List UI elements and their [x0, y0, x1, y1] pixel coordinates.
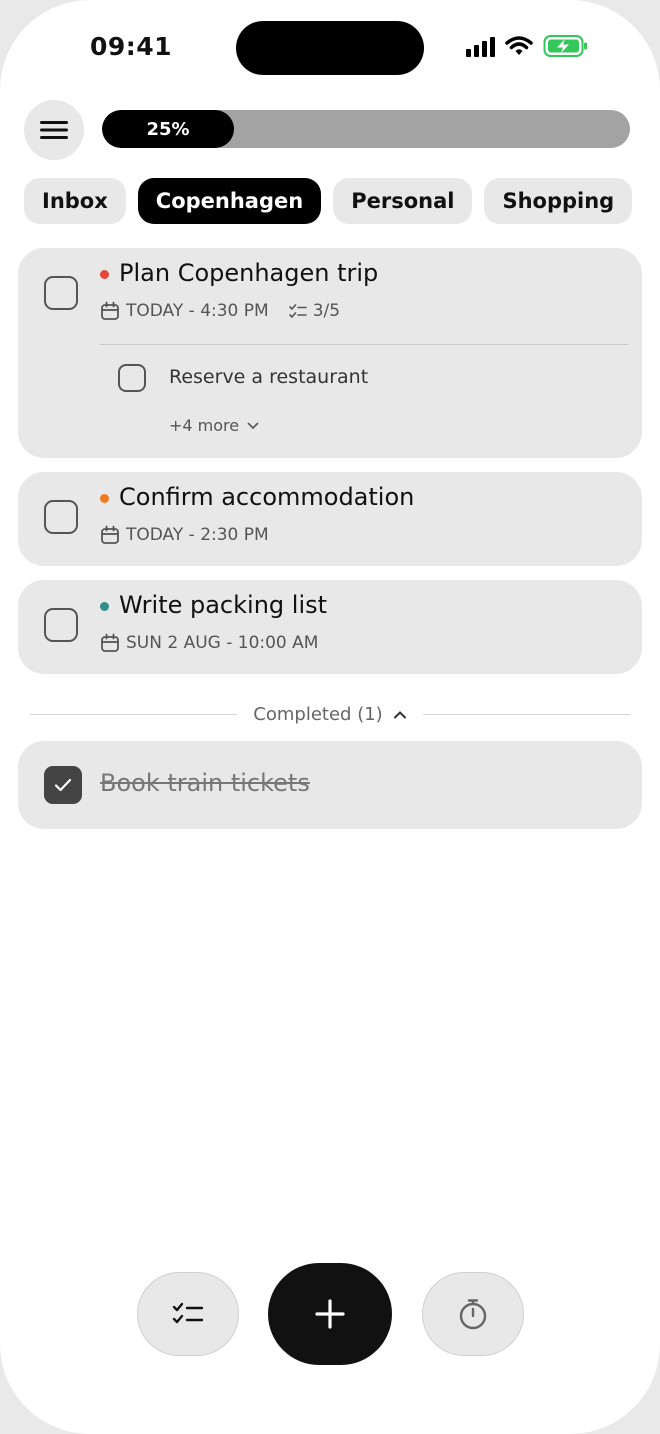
checklist-icon: [288, 304, 307, 319]
add-task-button[interactable]: [268, 1263, 392, 1365]
task-due: SUN 2 AUG - 10:00 AM: [126, 633, 319, 653]
more-subtasks-label: +4 more: [169, 416, 240, 435]
app-screen: 09:41 25% Inbox Copenhagen Personal Shop…: [0, 0, 660, 1434]
progress-bar: 25%: [102, 110, 630, 148]
task-title: Plan Copenhagen trip: [119, 259, 379, 287]
list-tabs: Inbox Copenhagen Personal Shopping: [24, 178, 633, 224]
divider: [30, 713, 238, 715]
task-due: TODAY - 2:30 PM: [126, 525, 269, 545]
wifi-icon: [505, 36, 533, 55]
task-due: TODAY - 4:30 PM: [126, 301, 269, 321]
tasks-view-button[interactable]: [137, 1272, 239, 1356]
stopwatch-icon: [459, 1299, 487, 1330]
completed-task-card[interactable]: Book train tickets: [18, 741, 642, 829]
calendar-icon: [101, 525, 119, 544]
task-meta: TODAY - 2:30 PM: [100, 525, 269, 545]
subtask-count: 3/5: [312, 301, 341, 321]
divider: [422, 713, 630, 715]
progress-fill: 25%: [102, 110, 234, 148]
task-checkbox-checked[interactable]: [44, 766, 82, 804]
completed-task-title: Book train tickets: [100, 769, 310, 797]
checklist-icon: [172, 1302, 204, 1324]
tab-copenhagen[interactable]: Copenhagen: [137, 178, 322, 224]
menu-button[interactable]: [24, 100, 84, 160]
task-checkbox[interactable]: [44, 500, 78, 534]
progress-label: 25%: [146, 118, 190, 140]
chevron-up-icon: [393, 710, 406, 718]
priority-dot: [100, 494, 109, 503]
cellular-signal-icon: [466, 35, 495, 57]
task-meta: SUN 2 AUG - 10:00 AM: [100, 633, 318, 653]
dynamic-island: [236, 21, 424, 75]
plus-icon: [315, 1299, 345, 1329]
subtask-title: Reserve a restaurant: [169, 366, 369, 388]
task-card[interactable]: Write packing list SUN 2 AUG - 10:00 AM: [18, 580, 642, 674]
priority-dot: [100, 602, 109, 611]
task-title: Write packing list: [119, 591, 328, 619]
task-card[interactable]: Plan Copenhagen trip TODAY - 4:30 PM 3/5: [18, 248, 642, 458]
completed-toggle[interactable]: Completed (1): [237, 704, 422, 725]
task-checkbox[interactable]: [44, 276, 78, 310]
checkmark-icon: [54, 778, 72, 792]
task-card[interactable]: Confirm accommodation TODAY - 2:30 PM: [18, 472, 642, 566]
calendar-icon: [101, 301, 119, 320]
tab-inbox[interactable]: Inbox: [24, 178, 126, 224]
tab-personal[interactable]: Personal: [333, 178, 473, 224]
tab-shopping[interactable]: Shopping: [484, 178, 633, 224]
task-meta: TODAY - 4:30 PM 3/5: [100, 301, 340, 321]
status-time: 09:41: [90, 32, 173, 61]
timer-button[interactable]: [422, 1272, 524, 1356]
status-icons: [466, 34, 589, 58]
subtask-divider: [100, 344, 628, 345]
more-subtasks-button[interactable]: +4 more: [169, 416, 259, 435]
completed-label: Completed (1): [253, 703, 383, 725]
subtask-checkbox[interactable]: [118, 364, 146, 392]
hamburger-menu-icon: [40, 121, 68, 139]
chevron-down-icon: [247, 422, 259, 429]
task-checkbox[interactable]: [44, 608, 78, 642]
priority-dot: [100, 270, 109, 279]
task-title: Confirm accommodation: [119, 483, 415, 511]
completed-section-header[interactable]: Completed (1): [30, 700, 630, 728]
calendar-icon: [101, 633, 119, 652]
battery-charging-icon: [543, 35, 587, 57]
